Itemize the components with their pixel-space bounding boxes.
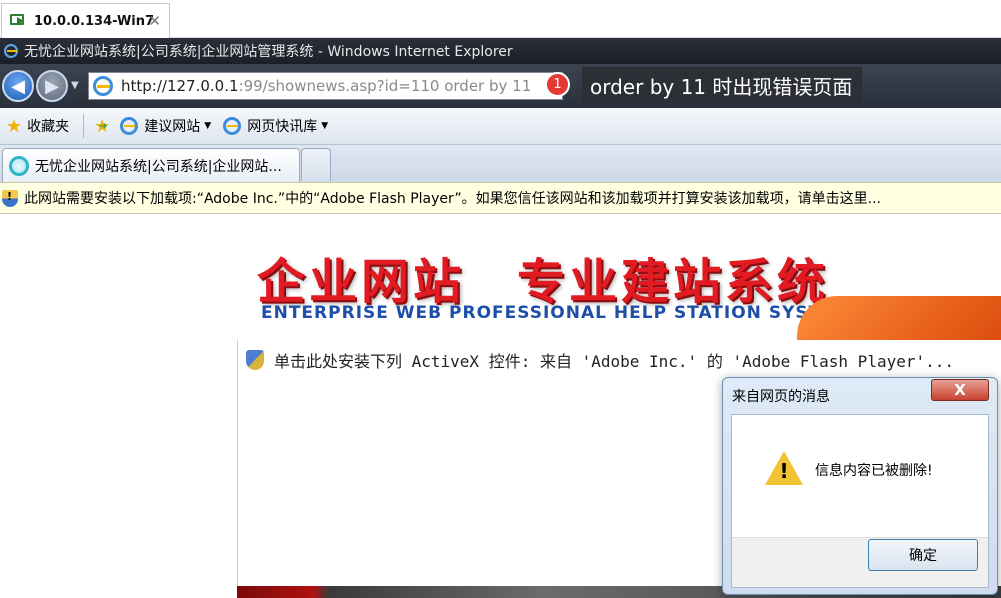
back-button[interactable]: ◀: [2, 70, 34, 102]
site-banner: 企业网站 专业建站系统 ENTERPRISE WEB PROFESSIONAL …: [237, 214, 1001, 340]
favorites-label: 收藏夹: [27, 119, 70, 135]
page-ie-icon: [93, 76, 113, 96]
star-icon: ★: [6, 115, 23, 137]
close-icon[interactable]: ✕: [148, 12, 161, 30]
banner-subtitle: ENTERPRISE WEB PROFESSIONAL HELP STATION…: [261, 303, 852, 323]
new-tab-button[interactable]: [301, 148, 331, 181]
favorites-button[interactable]: ★ 收藏夹: [6, 116, 69, 137]
activex-install-prompt[interactable]: 单击此处安装下列 ActiveX 控件: 来自 'Adobe Inc.' 的 '…: [246, 348, 954, 372]
message-dialog: 来自网页的消息 X ! 信息内容已被删除! 确定: [722, 377, 998, 595]
address-bar[interactable]: http://127.0.0.1:99/shownews.asp?id=110 …: [88, 72, 563, 100]
forward-button[interactable]: ▶: [36, 70, 68, 102]
vm-tab[interactable]: 10.0.0.134-Win7 ✕: [1, 3, 170, 38]
window-title: 无忧企业网站系统|公司系统|企业网站管理系统 - Windows Interne…: [24, 44, 513, 60]
shield-warning-icon: [2, 189, 18, 207]
ie-icon: [4, 44, 18, 58]
window-titlebar: 无忧企业网站系统|公司系统|企业网站管理系统 - Windows Interne…: [0, 38, 1001, 64]
add-favorite-icon[interactable]: ★: [94, 116, 110, 137]
ie-icon: [120, 117, 139, 135]
tab-favicon-icon: [9, 155, 29, 176]
recent-pages-chevron-down-icon[interactable]: ▼: [71, 80, 79, 91]
suggested-sites-label: 建议网站: [144, 119, 201, 135]
web-slice-gallery-button[interactable]: 网页快讯库 ▼: [223, 116, 328, 136]
dialog-message: 信息内容已被删除!: [815, 463, 933, 479]
vm-tab-strip: 10.0.0.134-Win7 ✕: [0, 0, 1001, 38]
url-text[interactable]: http://127.0.0.1:99/shownews.asp?id=110 …: [121, 77, 531, 95]
information-bar-text: 此网站需要安装以下加载项:“Adobe Inc.”中的“Adobe Flash …: [24, 191, 881, 207]
tab-label: 无忧企业网站系统|公司系统|企业网站...: [35, 158, 282, 175]
annotation-callout: order by 11 时出现错误页面: [582, 67, 862, 103]
dialog-close-button[interactable]: X: [931, 379, 989, 401]
web-slice-gallery-label: 网页快讯库: [247, 119, 318, 135]
vm-console-icon: [10, 13, 28, 29]
banner-decoration: [797, 296, 1001, 340]
ie-icon: [223, 117, 242, 135]
annotation-badge: 1: [545, 72, 570, 97]
chevron-down-icon: ▼: [321, 121, 329, 131]
chevron-down-icon: ▼: [204, 121, 212, 131]
information-bar[interactable]: 此网站需要安装以下加载项:“Adobe Inc.”中的“Adobe Flash …: [0, 182, 1001, 214]
dialog-body: ! 信息内容已被删除! 确定: [731, 414, 989, 588]
dialog-footer: 确定: [732, 537, 988, 587]
favorites-bar: ★ 收藏夹 ★ 建议网站 ▼ 网页快讯库 ▼: [0, 108, 1001, 145]
banner-title: 企业网站 专业建站系统: [257, 254, 830, 310]
vm-tab-title: 10.0.0.134-Win7: [34, 13, 155, 29]
activex-prompt-text: 单击此处安装下列 ActiveX 控件: 来自 'Adobe Inc.' 的 '…: [274, 352, 955, 371]
warning-icon-mark: !: [779, 459, 789, 483]
dialog-title: 来自网页的消息: [732, 389, 830, 405]
toolbar-divider: [83, 114, 85, 138]
browser-tab-bar: 无忧企业网站系统|公司系统|企业网站...: [0, 145, 1001, 182]
tab-current-page[interactable]: 无忧企业网站系统|公司系统|企业网站...: [2, 148, 300, 182]
shield-icon: [246, 350, 264, 370]
ok-button[interactable]: 确定: [868, 539, 978, 571]
suggested-sites-button[interactable]: 建议网站 ▼: [120, 116, 211, 136]
